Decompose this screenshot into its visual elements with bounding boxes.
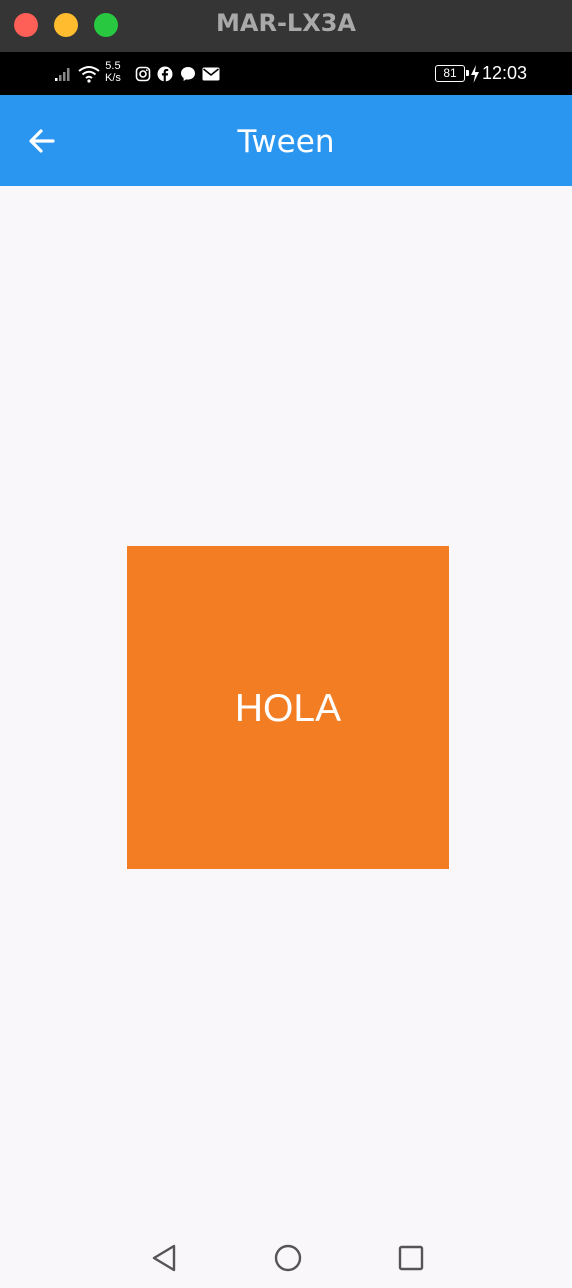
instagram-icon [135, 66, 151, 82]
facebook-icon [157, 66, 173, 82]
network-speed-value: 5.5 [105, 60, 121, 72]
recents-square-icon [398, 1245, 424, 1271]
battery-indicator: 81 [435, 65, 469, 82]
wifi-icon [78, 66, 100, 83]
charging-icon [471, 65, 479, 83]
status-bar: 5.5 K/s 81 12:03 [0, 52, 572, 95]
nav-home-button[interactable] [260, 1234, 316, 1282]
network-speed: 5.5 K/s [105, 60, 121, 84]
messenger-icon [181, 67, 195, 81]
navigation-bar [0, 1228, 572, 1288]
nav-back-button[interactable] [136, 1234, 192, 1282]
window-title: MAR-LX3A [216, 9, 356, 37]
nav-recents-button[interactable] [383, 1234, 439, 1282]
window-title-bar: MAR-LX3A [0, 0, 572, 52]
mail-icon [202, 67, 220, 81]
signal-icon [55, 68, 70, 81]
network-speed-unit: K/s [105, 72, 121, 84]
page-title: Tween [237, 124, 335, 160]
back-triangle-icon [152, 1244, 176, 1272]
main-content: HOLA [0, 186, 572, 1228]
status-time: 12:03 [482, 63, 528, 83]
home-circle-icon [274, 1244, 302, 1272]
tween-box-label: HOLA [234, 686, 342, 730]
tween-box: HOLA [127, 546, 449, 869]
app-bar: Tween [0, 95, 572, 186]
